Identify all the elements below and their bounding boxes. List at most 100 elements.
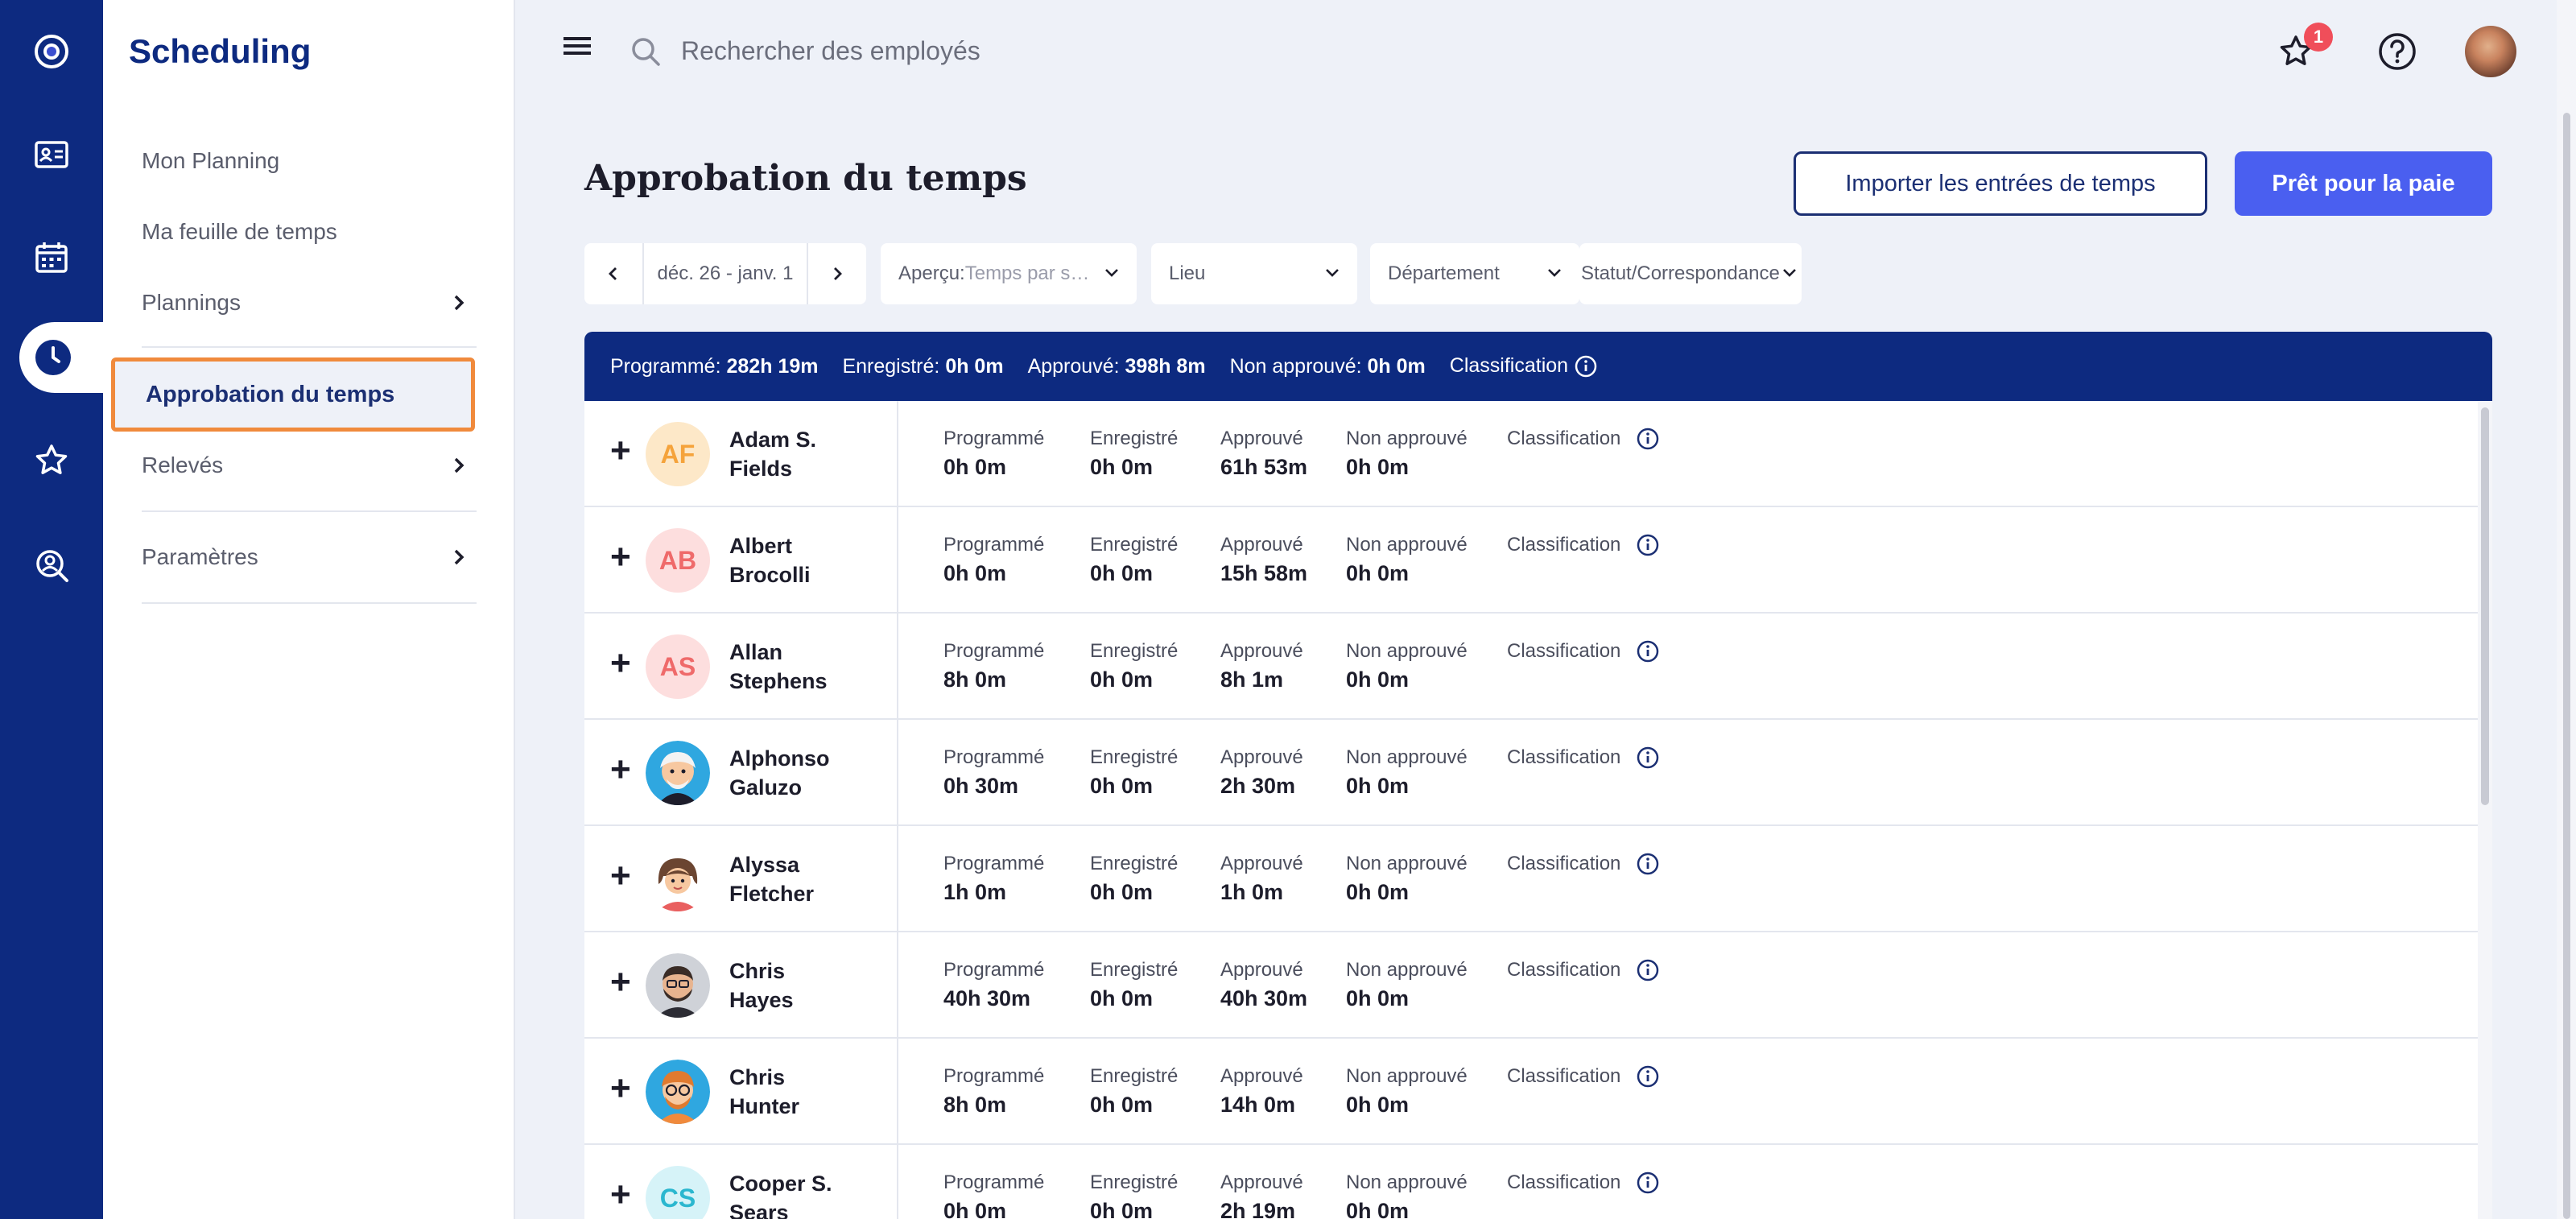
info-icon[interactable] <box>1574 354 1598 378</box>
table-row[interactable]: + AB Albert Brocolli Programmé 0h 0m Enregistr… <box>584 507 2478 614</box>
summary-approved: Approuvé: 398h 8m <box>1027 354 1206 378</box>
stat-label: Approuvé <box>1220 534 1303 556</box>
stat-unapproved: Non approuvé 0h 0m <box>1346 850 1468 907</box>
employee-last-name: Hunter <box>729 1094 799 1118</box>
stat-recorded: Enregistré 0h 0m <box>1090 957 1178 1013</box>
employee-name[interactable]: Chris Hunter <box>729 1063 882 1121</box>
department-dropdown[interactable]: Département <box>1370 243 1579 304</box>
expand-row-button[interactable]: + <box>610 646 631 681</box>
avatar: AB <box>646 528 710 593</box>
table-row[interactable]: + Alphonso Galuzo Programmé 0h 30m Enregistré… <box>584 720 2478 826</box>
info-icon[interactable] <box>1636 639 1660 663</box>
nav-item-releves[interactable]: Relevés <box>142 433 477 498</box>
stat-scheduled: Programmé 0h 0m <box>943 425 1044 481</box>
avatar: CS <box>646 1166 710 1219</box>
row-divider <box>897 614 898 720</box>
row-divider <box>897 507 898 614</box>
employee-name[interactable]: Cooper S. Sears <box>729 1169 882 1219</box>
nav-item-parametres[interactable]: Paramètres <box>142 525 477 589</box>
stat-value: 14h 0m <box>1220 1093 1296 1117</box>
avatar: AS <box>646 634 710 699</box>
info-icon[interactable] <box>1636 958 1660 982</box>
info-icon[interactable] <box>1636 1171 1660 1195</box>
next-period-button[interactable] <box>808 243 866 304</box>
star-icon[interactable] <box>0 422 103 499</box>
search-input[interactable] <box>681 31 1406 71</box>
menu-icon[interactable] <box>564 34 591 58</box>
date-range-label[interactable]: déc. 26 - janv. 1 <box>642 243 808 304</box>
employee-name[interactable]: Alphonso Galuzo <box>729 744 882 802</box>
expand-row-button[interactable]: + <box>610 752 631 787</box>
stat-approved: Approuvé 1h 0m <box>1220 850 1303 907</box>
import-time-entries-button[interactable]: Importer les entrées de temps <box>1794 151 2207 216</box>
stat-unapproved: Non approuvé 0h 0m <box>1346 1063 1468 1119</box>
clock-icon[interactable] <box>19 322 106 393</box>
location-dropdown[interactable]: Lieu <box>1151 243 1357 304</box>
employee-name[interactable]: Adam S. Fields <box>729 425 882 483</box>
expand-row-button[interactable]: + <box>610 965 631 1000</box>
table-row[interactable]: + AF Adam S. Fields Programmé 0h 0m Enregistré… <box>584 401 2478 507</box>
expand-row-button[interactable]: + <box>610 858 631 894</box>
nav-item-approbation-du-temps[interactable]: Approbation du temps <box>111 357 475 432</box>
employee-last-name: Galuzo <box>729 775 803 800</box>
previous-period-button[interactable] <box>584 243 642 304</box>
info-icon[interactable] <box>1636 533 1660 557</box>
logo-icon[interactable] <box>0 13 103 90</box>
expand-row-button[interactable]: + <box>610 433 631 469</box>
employee-last-name: Fletcher <box>729 882 815 906</box>
expand-row-button[interactable]: + <box>610 1177 631 1213</box>
person-search-icon[interactable] <box>0 527 103 604</box>
cartoon-avatar-icon <box>646 1060 710 1124</box>
stat-label: Classification <box>1507 640 1621 662</box>
chevron-down-icon <box>1326 269 1339 277</box>
ready-for-payroll-button[interactable]: Prêt pour la paie <box>2235 151 2492 216</box>
employee-name[interactable]: Albert Brocolli <box>729 531 882 589</box>
stat-value: 0h 0m <box>1090 455 1154 479</box>
nav-divider <box>142 510 477 512</box>
stat-unapproved: Non approuvé 0h 0m <box>1346 638 1468 694</box>
stat-label: Programmé <box>943 640 1045 662</box>
employee-name[interactable]: Alyssa Fletcher <box>729 850 882 908</box>
table-row[interactable]: + Chris Hayes Programmé 40h 30m Enregistré 0h … <box>584 932 2478 1039</box>
expand-row-button[interactable]: + <box>610 1071 631 1106</box>
calendar-icon[interactable] <box>0 219 103 296</box>
info-icon[interactable] <box>1636 852 1660 876</box>
employee-first-name: Alphonso <box>729 746 830 771</box>
table-row[interactable]: + AS Allan Stephens Programmé 8h 0m Enregistré… <box>584 614 2478 720</box>
nav-item-ma-feuille-de-temps[interactable]: Ma feuille de temps <box>142 200 477 264</box>
stat-value: 2h 19m <box>1220 1199 1296 1219</box>
table-row[interactable]: + Alyssa Fletcher Programmé 1h 0m Enregistré 0… <box>584 826 2478 932</box>
stat-label: Non approuvé <box>1346 640 1468 662</box>
help-icon[interactable] <box>2376 31 2418 72</box>
employee-first-name: Adam S. <box>729 428 817 452</box>
employee-name[interactable]: Chris Hayes <box>729 957 882 1014</box>
info-icon[interactable] <box>1636 1064 1660 1089</box>
id-card-icon[interactable] <box>0 116 103 193</box>
status-dropdown[interactable]: Statut/Correspondance <box>1579 243 1802 304</box>
stat-value: 0h 0m <box>943 561 1007 585</box>
row-divider <box>897 1039 898 1145</box>
nav-item-label: Plannings <box>142 290 241 315</box>
table-scrollbar[interactable] <box>2478 401 2492 1219</box>
stat-approved: Approuvé 15h 58m <box>1220 531 1307 588</box>
stat-value: 0h 0m <box>1346 774 1410 798</box>
chevron-right-icon <box>454 549 464 565</box>
info-icon[interactable] <box>1636 746 1660 770</box>
table-row[interactable]: + Chris Hunter Programmé 8h 0m Enregistré 0h 0… <box>584 1039 2478 1145</box>
info-icon[interactable] <box>1636 427 1660 451</box>
chevron-left-icon <box>609 267 617 280</box>
view-dropdown[interactable]: Aperçu: Temps par s… <box>881 243 1137 304</box>
user-avatar[interactable] <box>2465 26 2516 77</box>
table-scrollbar-thumb[interactable] <box>2481 407 2489 805</box>
page-scrollbar[interactable] <box>2557 0 2576 1219</box>
stat-label: Enregistré <box>1090 853 1179 874</box>
nav-item-plannings[interactable]: Plannings <box>142 271 477 335</box>
employee-name[interactable]: Allan Stephens <box>729 638 882 696</box>
stat-value: 8h 1m <box>1220 667 1284 692</box>
stat-label: Approuvé <box>1220 428 1303 449</box>
expand-row-button[interactable]: + <box>610 539 631 575</box>
nav-item-mon-planning[interactable]: Mon Planning <box>142 129 477 193</box>
page-scrollbar-thumb[interactable] <box>2563 113 2570 1219</box>
stat-scheduled: Programmé 0h 0m <box>943 1169 1044 1219</box>
table-row[interactable]: + CS Cooper S. Sears Programmé 0h 0m Enregistr… <box>584 1145 2478 1219</box>
